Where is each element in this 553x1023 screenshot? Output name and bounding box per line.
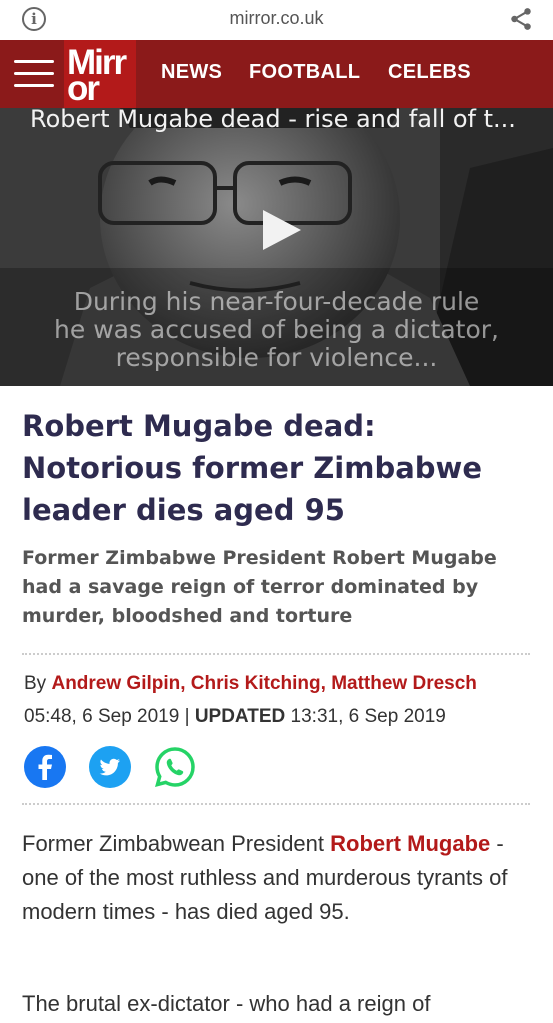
divider: [22, 653, 530, 655]
caption-line: he was accused of being a dictator,: [54, 315, 499, 344]
byline-authors[interactable]: Andrew Gilpin, Chris Kitching, Matthew D…: [51, 673, 476, 694]
article-paragraph: Former Zimbabwean President Robert Mugab…: [22, 827, 537, 929]
twitter-icon[interactable]: [89, 746, 131, 788]
updated-time: 13:31, 6 Sep 2019: [290, 706, 446, 727]
site-header: Mirr or NEWS FOOTBALL CELEBS: [0, 40, 553, 108]
byline: By Andrew Gilpin, Chris Kitching, Matthe…: [24, 673, 477, 695]
robert-mugabe-link[interactable]: Robert Mugabe: [330, 831, 490, 856]
share-icon[interactable]: [508, 6, 534, 32]
date-separator: |: [184, 706, 190, 727]
article-standfirst: Former Zimbabwe President Robert Mugabe …: [22, 547, 497, 627]
play-icon[interactable]: [259, 208, 303, 252]
dateline: 05:48, 6 Sep 2019 | UPDATED 13:31, 6 Sep…: [24, 706, 446, 728]
article-paragraph: The brutal ex-dictator - who had a reign…: [22, 991, 431, 1016]
published-time: 05:48, 6 Sep 2019: [24, 706, 180, 727]
browser-url-bar: i mirror.co.uk: [0, 0, 553, 40]
caption-line: responsible for violence...: [115, 343, 438, 372]
updated-label: UPDATED: [194, 706, 286, 727]
nav-football[interactable]: FOOTBALL: [249, 61, 360, 84]
nav-news[interactable]: NEWS: [161, 61, 222, 84]
menu-icon[interactable]: [14, 57, 54, 91]
divider: [22, 803, 530, 805]
whatsapp-icon[interactable]: [154, 746, 196, 788]
mirror-logo[interactable]: Mirr or: [64, 40, 136, 108]
nav-celebs[interactable]: CELEBS: [388, 61, 471, 84]
video-player[interactable]: Robert Mugabe dead - rise and fall of t.…: [0, 108, 553, 386]
facebook-icon[interactable]: [24, 746, 66, 788]
byline-prefix: By: [24, 673, 47, 694]
paragraph-text: Former Zimbabwean President: [22, 831, 331, 856]
video-title: Robert Mugabe dead - rise and fall of t.…: [30, 108, 516, 133]
url-text[interactable]: mirror.co.uk: [0, 8, 553, 29]
video-caption: During his near-four-decade rule he was …: [0, 288, 553, 372]
caption-line: During his near-four-decade rule: [73, 287, 480, 316]
article-headline: Robert Mugabe dead: Notorious former Zim…: [22, 409, 483, 527]
